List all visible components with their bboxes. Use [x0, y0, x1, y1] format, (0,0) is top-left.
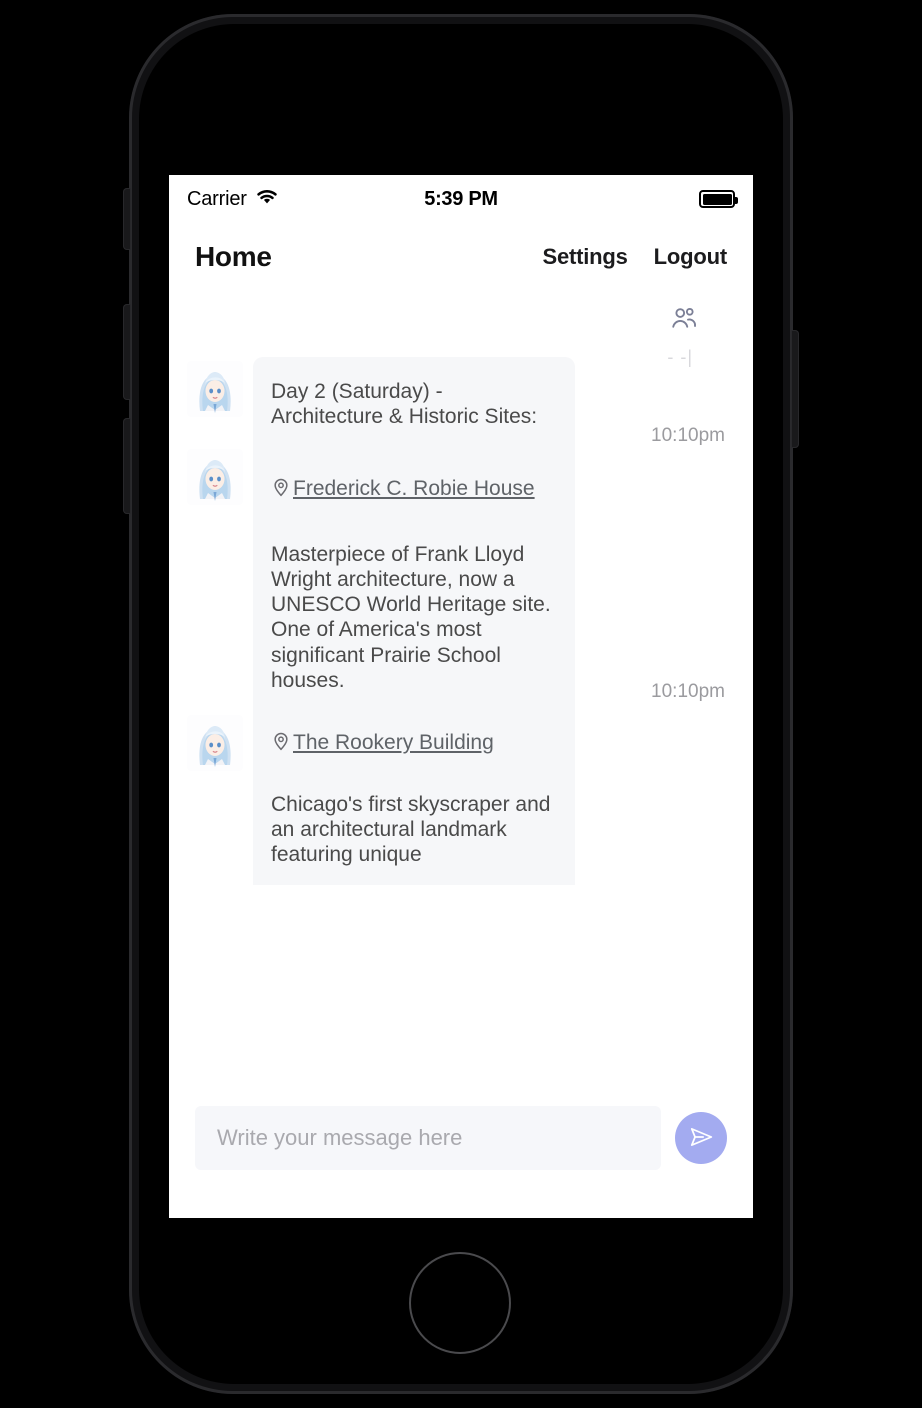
- message-bubble-column: Day 2 (Saturday) - Architecture & Histor…: [253, 357, 575, 446]
- message-row: The Rookery Building Chicago's first sky…: [187, 711, 735, 886]
- screenshot-stage: Carrier 5:39 PM Home Settings Logout - -…: [0, 0, 922, 1408]
- message-bubble[interactable]: Frederick C. Robie House: [253, 445, 575, 520]
- send-paper-plane-icon: [688, 1124, 714, 1153]
- message-input[interactable]: [195, 1106, 661, 1170]
- place-name: The Rookery Building: [293, 731, 494, 755]
- place-link[interactable]: Frederick C. Robie House: [271, 477, 535, 500]
- avatar: [187, 361, 243, 417]
- chat-toolbar: [169, 291, 753, 343]
- battery-full-icon: [699, 190, 738, 208]
- conversation-list[interactable]: - -| Day 2 (Saturday) - Architecture & H…: [169, 343, 753, 1090]
- carrier-label: Carrier: [187, 187, 247, 210]
- message-bubble[interactable]: Day 2 (Saturday) - Architecture & Histor…: [253, 357, 575, 446]
- message-row: Day 2 (Saturday) - Architecture & Histor…: [187, 357, 735, 447]
- message-bubble-column: The Rookery Building Chicago's first sky…: [253, 711, 575, 886]
- message-row: Frederick C. Robie House Masterpiece of …: [187, 445, 735, 712]
- power-button[interactable]: [791, 330, 799, 448]
- page-title: Home: [195, 241, 272, 272]
- logout-button[interactable]: Logout: [654, 244, 728, 270]
- place-link[interactable]: The Rookery Building: [271, 731, 494, 754]
- message-timestamp: 10:10pm: [651, 681, 725, 703]
- status-bar: Carrier 5:39 PM: [169, 175, 753, 223]
- message-text: Chicago's first skyscraper and an archit…: [271, 792, 551, 866]
- message-bubble[interactable]: Masterpiece of Frank Lloyd Wright archit…: [253, 519, 575, 712]
- message-composer: [169, 1090, 753, 1186]
- avatar: [187, 449, 243, 506]
- screen-bottom-padding: [169, 1186, 753, 1218]
- group-members-icon[interactable]: [669, 303, 699, 333]
- status-bar-right: [699, 190, 738, 208]
- message-timestamp: 10:10pm: [651, 425, 725, 447]
- volume-up-button[interactable]: [123, 304, 131, 400]
- message-bubble[interactable]: The Rookery Building: [253, 711, 575, 770]
- message-bubble-column: Frederick C. Robie House Masterpiece of …: [253, 445, 575, 712]
- place-name: Frederick C. Robie House: [293, 477, 535, 501]
- message-text: Masterpiece of Frank Lloyd Wright archit…: [271, 542, 551, 692]
- message-text: Day 2 (Saturday) - Architecture & Histor…: [271, 380, 538, 429]
- nav-actions: Settings Logout: [542, 244, 727, 270]
- silent-switch[interactable]: [123, 188, 131, 250]
- phone-screen: Carrier 5:39 PM Home Settings Logout - -…: [169, 175, 753, 1218]
- volume-down-button[interactable]: [123, 418, 131, 514]
- wifi-icon: [255, 188, 279, 211]
- nav-header: Home Settings Logout: [169, 223, 753, 291]
- message-bubble[interactable]: Chicago's first skyscraper and an archit…: [253, 769, 575, 886]
- send-button[interactable]: [675, 1112, 727, 1164]
- status-bar-left: Carrier: [187, 188, 279, 211]
- avatar: [187, 715, 243, 772]
- home-button[interactable]: [409, 1252, 511, 1354]
- settings-button[interactable]: Settings: [542, 244, 627, 270]
